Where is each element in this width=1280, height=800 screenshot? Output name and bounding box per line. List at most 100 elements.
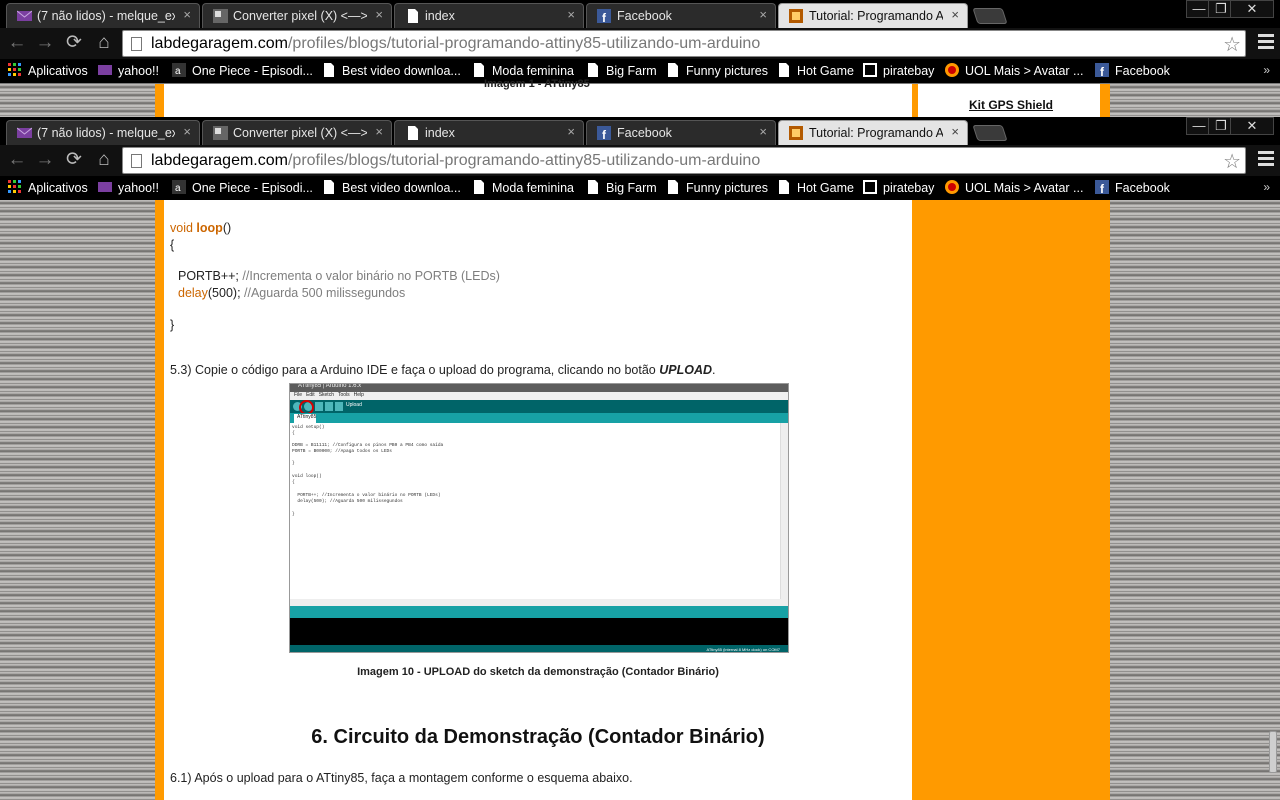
page-scrollbar[interactable] — [1266, 200, 1280, 800]
bookmark-funny-pictures[interactable]: Funny pictures — [666, 63, 768, 78]
bookmark-apps[interactable]: Aplicativos — [8, 63, 88, 78]
tab-converter[interactable]: Converter pixel (X) <—> c × — [202, 120, 392, 145]
a-letter-icon: a — [172, 180, 186, 194]
bookmark-big-farm[interactable]: Big Farm — [586, 63, 657, 78]
section-6-heading: 6. Circuito da Demonstração (Contador Bi… — [311, 726, 765, 748]
tab-facebook[interactable]: f Facebook × — [586, 120, 776, 145]
address-url: labdegaragem.com/profiles/blogs/tutorial… — [151, 152, 761, 169]
back-arrow-icon[interactable]: ← — [5, 149, 29, 171]
tab-index[interactable]: index × — [394, 3, 584, 28]
close-window-button[interactable]: ✕ — [1230, 117, 1274, 135]
new-tab-button[interactable] — [972, 8, 1008, 24]
forward-arrow-icon[interactable]: → — [33, 149, 57, 171]
close-icon[interactable]: × — [183, 124, 191, 139]
facebook-icon: f — [597, 126, 612, 142]
bookmark-funny-pictures[interactable]: Funny pictures — [666, 180, 768, 195]
bookmarks-overflow-icon[interactable]: » — [1263, 63, 1270, 77]
close-icon[interactable]: × — [759, 124, 767, 139]
ide-horizontal-scrollbar — [290, 599, 788, 606]
tab-gmail[interactable]: (7 não lidos) - melque_ex × — [6, 3, 200, 28]
bookmark-uol[interactable]: UOL Mais > Avatar ... — [945, 63, 1083, 78]
pirate-icon — [863, 63, 877, 77]
bookmark-star-icon[interactable]: ☆ — [1223, 149, 1241, 174]
bookmark-piratebay[interactable]: piratebay — [863, 180, 934, 195]
orange-border-right — [1100, 200, 1110, 800]
bookmark-hot-game[interactable]: Hot Game — [777, 63, 854, 78]
bookmark-apps[interactable]: Aplicativos — [8, 180, 88, 195]
tab-index[interactable]: index × — [394, 120, 584, 145]
close-icon[interactable]: × — [951, 7, 959, 22]
mail-icon — [16, 9, 33, 23]
bookmark-uol[interactable]: UOL Mais > Avatar ... — [945, 180, 1083, 195]
bookmark-yahoo[interactable]: yahoo!! — [98, 63, 159, 78]
bookmark-big-farm[interactable]: Big Farm — [586, 180, 657, 195]
close-icon[interactable]: × — [567, 124, 575, 139]
bookmark-moda-feminina[interactable]: Moda feminina — [472, 63, 574, 78]
mail-icon — [98, 63, 112, 77]
bookmark-one-piece[interactable]: a One Piece - Episodi... — [172, 180, 313, 195]
svg-text:a: a — [175, 66, 181, 77]
bookmark-facebook[interactable]: f Facebook — [1095, 180, 1170, 196]
mail-icon — [98, 180, 112, 194]
page-icon — [472, 63, 486, 77]
tab-tutorial[interactable]: Tutorial: Programando AT × — [778, 120, 968, 145]
uol-icon — [945, 180, 959, 194]
forward-arrow-icon[interactable]: → — [33, 32, 57, 54]
page-icon — [405, 9, 420, 23]
new-tab-button[interactable] — [972, 125, 1008, 141]
bookmarks-overflow-icon[interactable]: » — [1263, 180, 1270, 194]
address-bar[interactable]: labdegaragem.com/profiles/blogs/tutorial… — [122, 147, 1246, 174]
close-icon[interactable]: × — [567, 7, 575, 22]
uol-icon — [945, 63, 959, 77]
sidebar — [912, 200, 1110, 800]
close-icon[interactable]: × — [375, 124, 383, 139]
bookmark-facebook[interactable]: f Facebook — [1095, 63, 1170, 79]
bookmark-video-downloader[interactable]: Best video downloa... — [322, 63, 461, 78]
ide-console — [290, 618, 788, 645]
ide-vertical-scrollbar — [780, 423, 788, 599]
bookmark-hot-game[interactable]: Hot Game — [777, 180, 854, 195]
address-bar[interactable]: labdegaragem.com/profiles/blogs/tutorial… — [122, 30, 1246, 57]
bookmark-video-downloader[interactable]: Best video downloa... — [322, 180, 461, 195]
close-icon[interactable]: × — [759, 7, 767, 22]
bookmark-moda-feminina[interactable]: Moda feminina — [472, 180, 574, 195]
ide-tabbar: ATtiny85 — [290, 413, 788, 423]
scrollbar-thumb[interactable] — [1269, 731, 1277, 773]
bookmark-star-icon[interactable]: ☆ — [1223, 32, 1241, 57]
page-icon — [666, 63, 680, 77]
tab-tutorial[interactable]: Tutorial: Programando AT × — [778, 3, 968, 28]
labdegaragem-icon — [789, 126, 804, 140]
chrome-menu-icon[interactable] — [1258, 34, 1274, 51]
reload-icon[interactable]: ⟳ — [62, 149, 86, 171]
bookmark-one-piece[interactable]: a One Piece - Episodi... — [172, 63, 313, 78]
close-icon[interactable]: × — [183, 7, 191, 22]
code-close-brace: } — [170, 318, 175, 332]
reload-icon[interactable]: ⟳ — [62, 32, 86, 54]
code-line-delay: delay(500); //Aguarda 500 milissegundos — [178, 286, 406, 300]
close-window-button[interactable]: ✕ — [1230, 0, 1274, 18]
back-arrow-icon[interactable]: ← — [5, 32, 29, 54]
pirate-icon — [863, 180, 877, 194]
orange-border-left — [155, 84, 164, 117]
chrome-menu-icon[interactable] — [1258, 151, 1274, 168]
code-open-brace: { — [170, 238, 175, 252]
kit-gps-shield-link[interactable]: Kit GPS Shield — [969, 98, 1053, 112]
tab-gmail[interactable]: (7 não lidos) - melque_ex × — [6, 120, 200, 145]
home-icon[interactable]: ⌂ — [92, 149, 116, 171]
bookmark-piratebay[interactable]: piratebay — [863, 63, 934, 78]
ide-titlebar: ATtiny85 | Arduino 1.6.x — [290, 384, 788, 392]
page-icon — [666, 180, 680, 194]
facebook-icon: f — [1095, 180, 1109, 196]
close-icon[interactable]: × — [951, 124, 959, 139]
close-icon[interactable]: × — [375, 7, 383, 22]
tab-facebook[interactable]: f Facebook × — [586, 3, 776, 28]
facebook-icon: f — [1095, 63, 1109, 79]
bookmark-yahoo[interactable]: yahoo!! — [98, 180, 159, 195]
apps-grid-icon — [8, 63, 22, 77]
home-icon[interactable]: ⌂ — [92, 32, 116, 54]
nav-toolbar: ← → ⟳ ⌂ labdegaragem.com/profiles/blogs/… — [0, 28, 1280, 59]
image-10-caption: Imagem 10 - UPLOAD do sketch da demonstr… — [357, 666, 719, 678]
page-icon — [322, 63, 336, 77]
tab-converter[interactable]: Converter pixel (X) <—> c × — [202, 3, 392, 28]
page-icon — [131, 154, 142, 168]
